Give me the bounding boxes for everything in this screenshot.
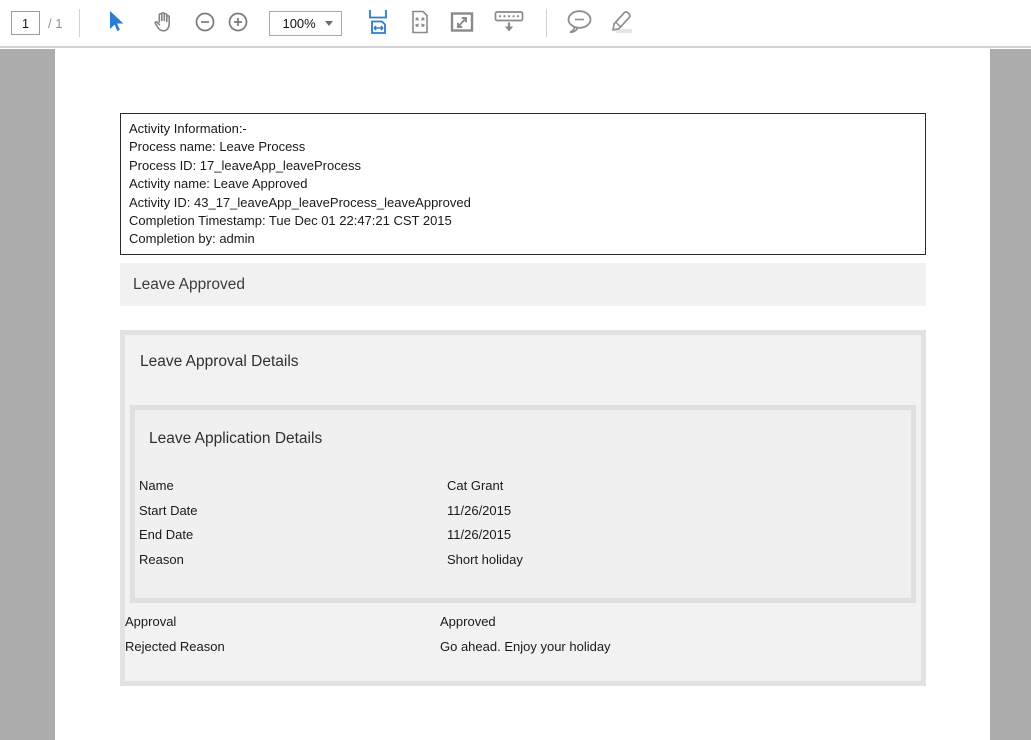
field-row: Approval Approved <box>125 609 611 634</box>
activity-info-line: Process ID: 17_leaveApp_leaveProcess <box>129 157 917 175</box>
document-viewport[interactable]: Activity Information:- Process name: Lea… <box>0 49 1031 740</box>
activity-info-line: Activity ID: 43_17_leaveApp_leaveProcess… <box>129 194 917 212</box>
activity-info-line: Activity Information:- <box>129 120 917 138</box>
field-value: Cat Grant <box>447 474 503 499</box>
pan-tool-button[interactable] <box>151 7 175 39</box>
activity-info-line: Completion by: admin <box>129 230 917 248</box>
page-number-input[interactable] <box>11 11 40 35</box>
pdf-viewer-toolbar: / 1 100% <box>0 0 1031 48</box>
toolbar-separator <box>546 9 547 37</box>
field-label: Approval <box>125 609 440 634</box>
activity-information-box: Activity Information:- Process name: Lea… <box>120 113 926 255</box>
fullscreen-button[interactable] <box>450 7 474 39</box>
comment-bubble-icon <box>565 9 593 38</box>
activity-info-line: Completion Timestamp: Tue Dec 01 22:47:2… <box>129 212 917 230</box>
field-label: Start Date <box>139 499 447 524</box>
application-fields: Name Cat Grant Start Date 11/26/2015 End… <box>139 474 523 572</box>
field-row: Name Cat Grant <box>139 474 523 499</box>
fit-width-button[interactable] <box>366 7 390 39</box>
hand-icon <box>151 10 175 37</box>
activity-info-line: Activity name: Leave Approved <box>129 175 917 193</box>
zoom-out-icon <box>194 11 216 36</box>
page-count-label: / 1 <box>48 16 62 31</box>
approval-fields: Approval Approved Rejected Reason Go ahe… <box>125 609 611 659</box>
field-label: Reason <box>139 548 447 573</box>
field-label: Name <box>139 474 447 499</box>
fit-page-button[interactable] <box>410 7 430 39</box>
field-row: End Date 11/26/2015 <box>139 523 523 548</box>
field-label: End Date <box>139 523 447 548</box>
field-label: Rejected Reason <box>125 634 440 659</box>
field-row: Reason Short holiday <box>139 548 523 573</box>
leave-approval-details-panel: Leave Approval Details Leave Application… <box>120 330 926 686</box>
highlighter-pen-icon <box>608 9 634 38</box>
section-header-bar: Leave Approved <box>120 263 926 306</box>
comment-button[interactable] <box>565 7 593 39</box>
chevron-down-icon <box>325 21 333 26</box>
hide-toolbar-icon <box>494 10 524 37</box>
highlighter-button[interactable] <box>608 7 634 39</box>
fit-width-icon <box>366 9 390 38</box>
field-value: Go ahead. Enjoy your holiday <box>440 634 611 659</box>
field-value: 11/26/2015 <box>447 499 511 524</box>
cursor-arrow-icon <box>105 10 125 37</box>
section-header-label: Leave Approved <box>133 276 245 294</box>
field-row: Start Date 11/26/2015 <box>139 499 523 524</box>
panel-title: Leave Application Details <box>149 430 322 448</box>
field-value: 11/26/2015 <box>447 523 511 548</box>
hide-toolbar-button[interactable] <box>494 7 524 39</box>
zoom-level-value: 100% <box>282 16 315 31</box>
toolbar-separator <box>79 9 80 37</box>
zoom-out-button[interactable] <box>194 7 216 39</box>
fullscreen-icon <box>450 11 474 36</box>
field-value: Approved <box>440 609 496 634</box>
fit-page-icon <box>410 10 430 37</box>
pdf-page: Activity Information:- Process name: Lea… <box>55 49 990 740</box>
zoom-in-icon <box>227 11 249 36</box>
zoom-in-button[interactable] <box>227 7 249 39</box>
panel-title: Leave Approval Details <box>140 353 299 371</box>
activity-info-line: Process name: Leave Process <box>129 138 917 156</box>
field-value: Short holiday <box>447 548 523 573</box>
field-row: Rejected Reason Go ahead. Enjoy your hol… <box>125 634 611 659</box>
zoom-level-dropdown[interactable]: 100% <box>269 11 342 36</box>
leave-application-details-panel: Leave Application Details Name Cat Grant… <box>130 405 916 603</box>
select-tool-button[interactable] <box>105 7 125 39</box>
